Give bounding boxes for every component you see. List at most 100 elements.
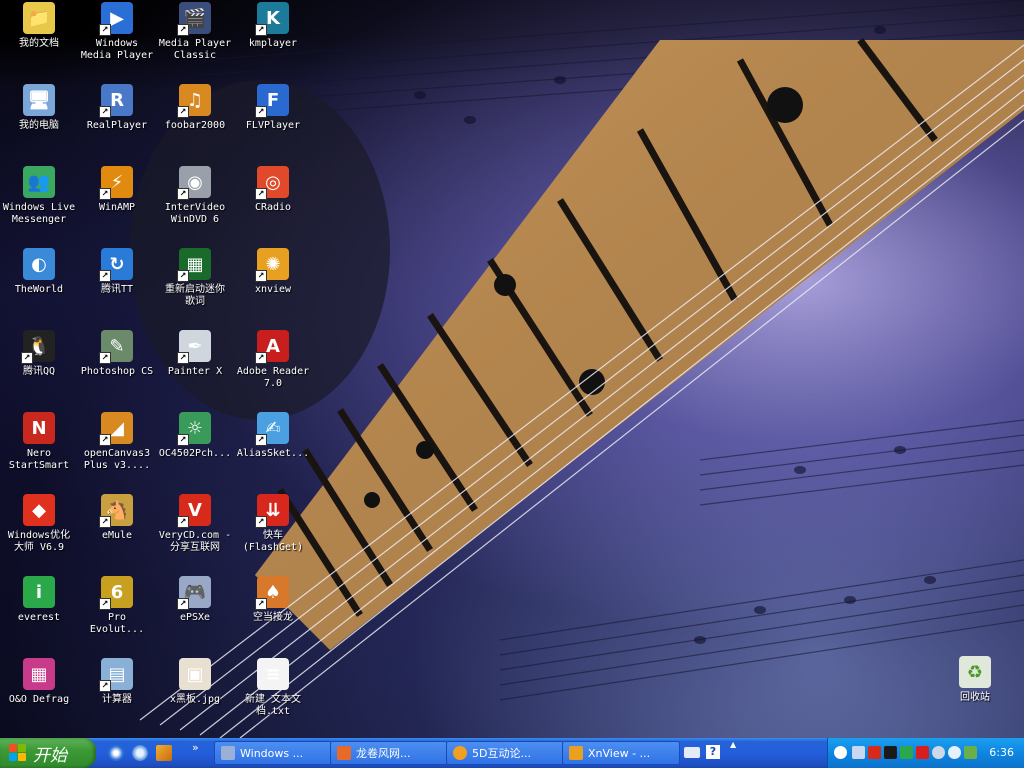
desktop-icon-oc4502[interactable]: ☼ ↗ OC4502Pch...: [156, 412, 234, 460]
restart-lyrics-icon: ▦ ↗: [177, 248, 211, 282]
desktop-icon-opencanvas[interactable]: ◢ ↗ openCanvas3 Plus v3....: [78, 412, 156, 472]
quicklaunch-chevron[interactable]: »: [192, 741, 199, 754]
desktop-icon-intervideo-windvd[interactable]: ◉ ↗ InterVideo WinDVD 6: [156, 166, 234, 226]
realplayer-label: RealPlayer: [86, 120, 148, 131]
recycle-bin-icon: ♻: [959, 656, 991, 688]
desktop-icon-windows-media-player[interactable]: ▶ ↗ Windows Media Player: [78, 2, 156, 62]
tray-flashget-icon[interactable]: [868, 746, 881, 759]
desktop-icon-realplayer[interactable]: R ↗ RealPlayer: [78, 84, 156, 132]
adobe-reader-icon: A ↗: [255, 330, 289, 364]
desktop-icon-my-documents[interactable]: 📁 我的文档: [0, 2, 78, 50]
desktop-icon-foobar2000[interactable]: ♫ ↗ foobar2000: [156, 84, 234, 132]
desktop-icon-pro-evolution[interactable]: 6 ↗ Pro Evolut...: [78, 576, 156, 636]
shortcut-arrow-icon: ↗: [99, 106, 111, 118]
photoshop-cs-icon: ✎ ↗: [99, 330, 133, 364]
kmplayer-glyph: K: [266, 7, 280, 29]
windows-optimizer-label: Windows优化 大师 V6.9: [7, 530, 71, 553]
tencent-tt-icon: ↻ ↗: [99, 248, 133, 282]
pro-evolution-glyph: 6: [110, 581, 124, 603]
desktop-icon-everest[interactable]: i everest: [0, 576, 78, 624]
x-blackboard-glyph: ▣: [186, 663, 204, 685]
recycle-bin[interactable]: ♻ 回收站: [936, 656, 1014, 704]
help-icon[interactable]: ?: [706, 745, 720, 759]
task-windows[interactable]: Windows ...: [214, 741, 332, 765]
emule-label: eMule: [101, 530, 133, 541]
desktop-icon-aliassketch[interactable]: ✍ ↗ AliasSket...: [234, 412, 312, 460]
desktop: 📁 我的文档 ▶ ↗ Windows Media Player 🎬 ↗ Media Playe…: [0, 0, 1024, 738]
kongdang-jielong-label: 空当接龙: [253, 612, 293, 623]
tray-b-icon[interactable]: [948, 746, 961, 759]
opencanvas-glyph: ◢: [110, 417, 124, 439]
my-computer-label: 我的电脑: [19, 120, 59, 131]
desktop-icon-winamp[interactable]: ⚡ ↗ WinAMP: [78, 166, 156, 214]
desktop-icon-x-blackboard[interactable]: ▣ x黑板.jpg: [156, 658, 234, 706]
winamp-icon: ⚡ ↗: [99, 166, 133, 200]
task-tornado-net[interactable]: 龙卷风网...: [330, 741, 448, 765]
shortcut-arrow-icon: ↗: [177, 188, 189, 200]
language-bar-arrow[interactable]: ▲: [730, 740, 736, 749]
tray-k-icon[interactable]: [916, 746, 929, 759]
flvplayer-glyph: F: [266, 89, 280, 111]
desktop-icon-epsxe[interactable]: 🎮 ↗ ePSXe: [156, 576, 234, 624]
desktop-icon-theworld[interactable]: ◐ TheWorld: [0, 248, 78, 296]
photoshop-cs-glyph: ✎: [109, 335, 125, 357]
desktop-icon-new-text-doc[interactable]: ≡ 新建 文本文 档.txt: [234, 658, 312, 718]
media-player-classic-label: Media Player Classic: [158, 38, 232, 61]
oo-defrag-label: O&O Defrag: [8, 694, 70, 705]
verycd-glyph: V: [188, 499, 202, 521]
desktop-icon-verycd[interactable]: V ↗ VeryCD.com - 分享互联网: [156, 494, 234, 554]
desktop-icon-calculator[interactable]: ▤ ↗ 计算器: [78, 658, 156, 706]
desktop-icon-restart-lyrics[interactable]: ▦ ↗ 重新启动迷你 歌词: [156, 248, 234, 308]
tray-speaker-icon[interactable]: [932, 746, 945, 759]
tray-recycle-icon[interactable]: [964, 746, 977, 759]
tray-monitor-icon[interactable]: [884, 746, 897, 759]
windows-media-player-glyph: ▶: [110, 7, 124, 29]
task-5d-forum-icon: [453, 746, 467, 760]
flashget-glyph: ⇊: [265, 499, 281, 521]
desktop-icon-my-computer[interactable]: 🖥 我的电脑: [0, 84, 78, 132]
theworld-glyph: ◐: [31, 253, 47, 275]
desktop-icon-kongdang-jielong[interactable]: ♠ ↗ 空当接龙: [234, 576, 312, 624]
desktop-icon-emule[interactable]: 🐴 ↗ eMule: [78, 494, 156, 542]
task-5d-forum[interactable]: 5D互动论...: [446, 741, 564, 765]
desktop-icon-tencent-qq[interactable]: 🐧 ↗ 腾讯QQ: [0, 330, 78, 378]
windows-live-messenger-glyph: 👥: [27, 171, 51, 193]
keyboard-icon[interactable]: [684, 747, 700, 758]
desktop-icon-oo-defrag[interactable]: ▦ O&O Defrag: [0, 658, 78, 706]
task-xnview[interactable]: XnView - ...: [562, 741, 680, 765]
shortcut-arrow-icon: ↗: [21, 352, 33, 364]
desktop-icon-media-player-classic[interactable]: 🎬 ↗ Media Player Classic: [156, 2, 234, 62]
desktop-icon-kmplayer[interactable]: K ↗ kmplayer: [234, 2, 312, 50]
quicklaunch-messenger-icon[interactable]: [132, 745, 148, 761]
desktop-icon-painter-x[interactable]: ✒ ↗ Painter X: [156, 330, 234, 378]
desktop-icon-photoshop-cs[interactable]: ✎ ↗ Photoshop CS: [78, 330, 156, 378]
desktop-icon-xnview[interactable]: ✺ ↗ xnview: [234, 248, 312, 296]
desktop-icon-windows-live-messenger[interactable]: 👥 Windows Live Messenger: [0, 166, 78, 226]
everest-glyph: i: [35, 581, 43, 603]
shortcut-arrow-icon: ↗: [177, 24, 189, 36]
tray-back-arrow-icon[interactable]: [834, 746, 847, 759]
my-documents-glyph: 📁: [27, 7, 51, 29]
desktop-icon-tencent-tt[interactable]: ↻ ↗ 腾讯TT: [78, 248, 156, 296]
new-text-doc-label: 新建 文本文 档.txt: [244, 694, 302, 717]
desktop-icon-flashget[interactable]: ⇊ ↗ 快车 (FlashGet): [234, 494, 312, 554]
shortcut-arrow-icon: ↗: [99, 24, 111, 36]
x-blackboard-icon: ▣: [179, 658, 211, 690]
tray-network-icon[interactable]: [852, 746, 865, 759]
nero-startsmart-label: Nero StartSmart: [8, 448, 70, 471]
quicklaunch-winamp-icon[interactable]: [156, 745, 172, 761]
clock[interactable]: 6:36: [989, 746, 1014, 759]
tray-green-icon[interactable]: [900, 746, 913, 759]
desktop-icon-nero-startsmart[interactable]: N Nero StartSmart: [0, 412, 78, 472]
task-xnview-icon: [569, 746, 583, 760]
desktop-icon-flvplayer[interactable]: F ↗ FLVPlayer: [234, 84, 312, 132]
flashget-icon: ⇊ ↗: [255, 494, 289, 528]
xnview-label: xnview: [254, 284, 292, 295]
aliassketch-label: AliasSket...: [236, 448, 310, 459]
start-label: 开始: [33, 745, 67, 766]
desktop-icon-adobe-reader[interactable]: A ↗ Adobe Reader 7.0: [234, 330, 312, 390]
desktop-icon-windows-optimizer[interactable]: ◆ Windows优化 大师 V6.9: [0, 494, 78, 554]
quicklaunch-media-player-icon[interactable]: [108, 745, 124, 761]
start-button[interactable]: 开始: [0, 738, 96, 768]
desktop-icon-cradio[interactable]: ◎ ↗ CRadio: [234, 166, 312, 214]
